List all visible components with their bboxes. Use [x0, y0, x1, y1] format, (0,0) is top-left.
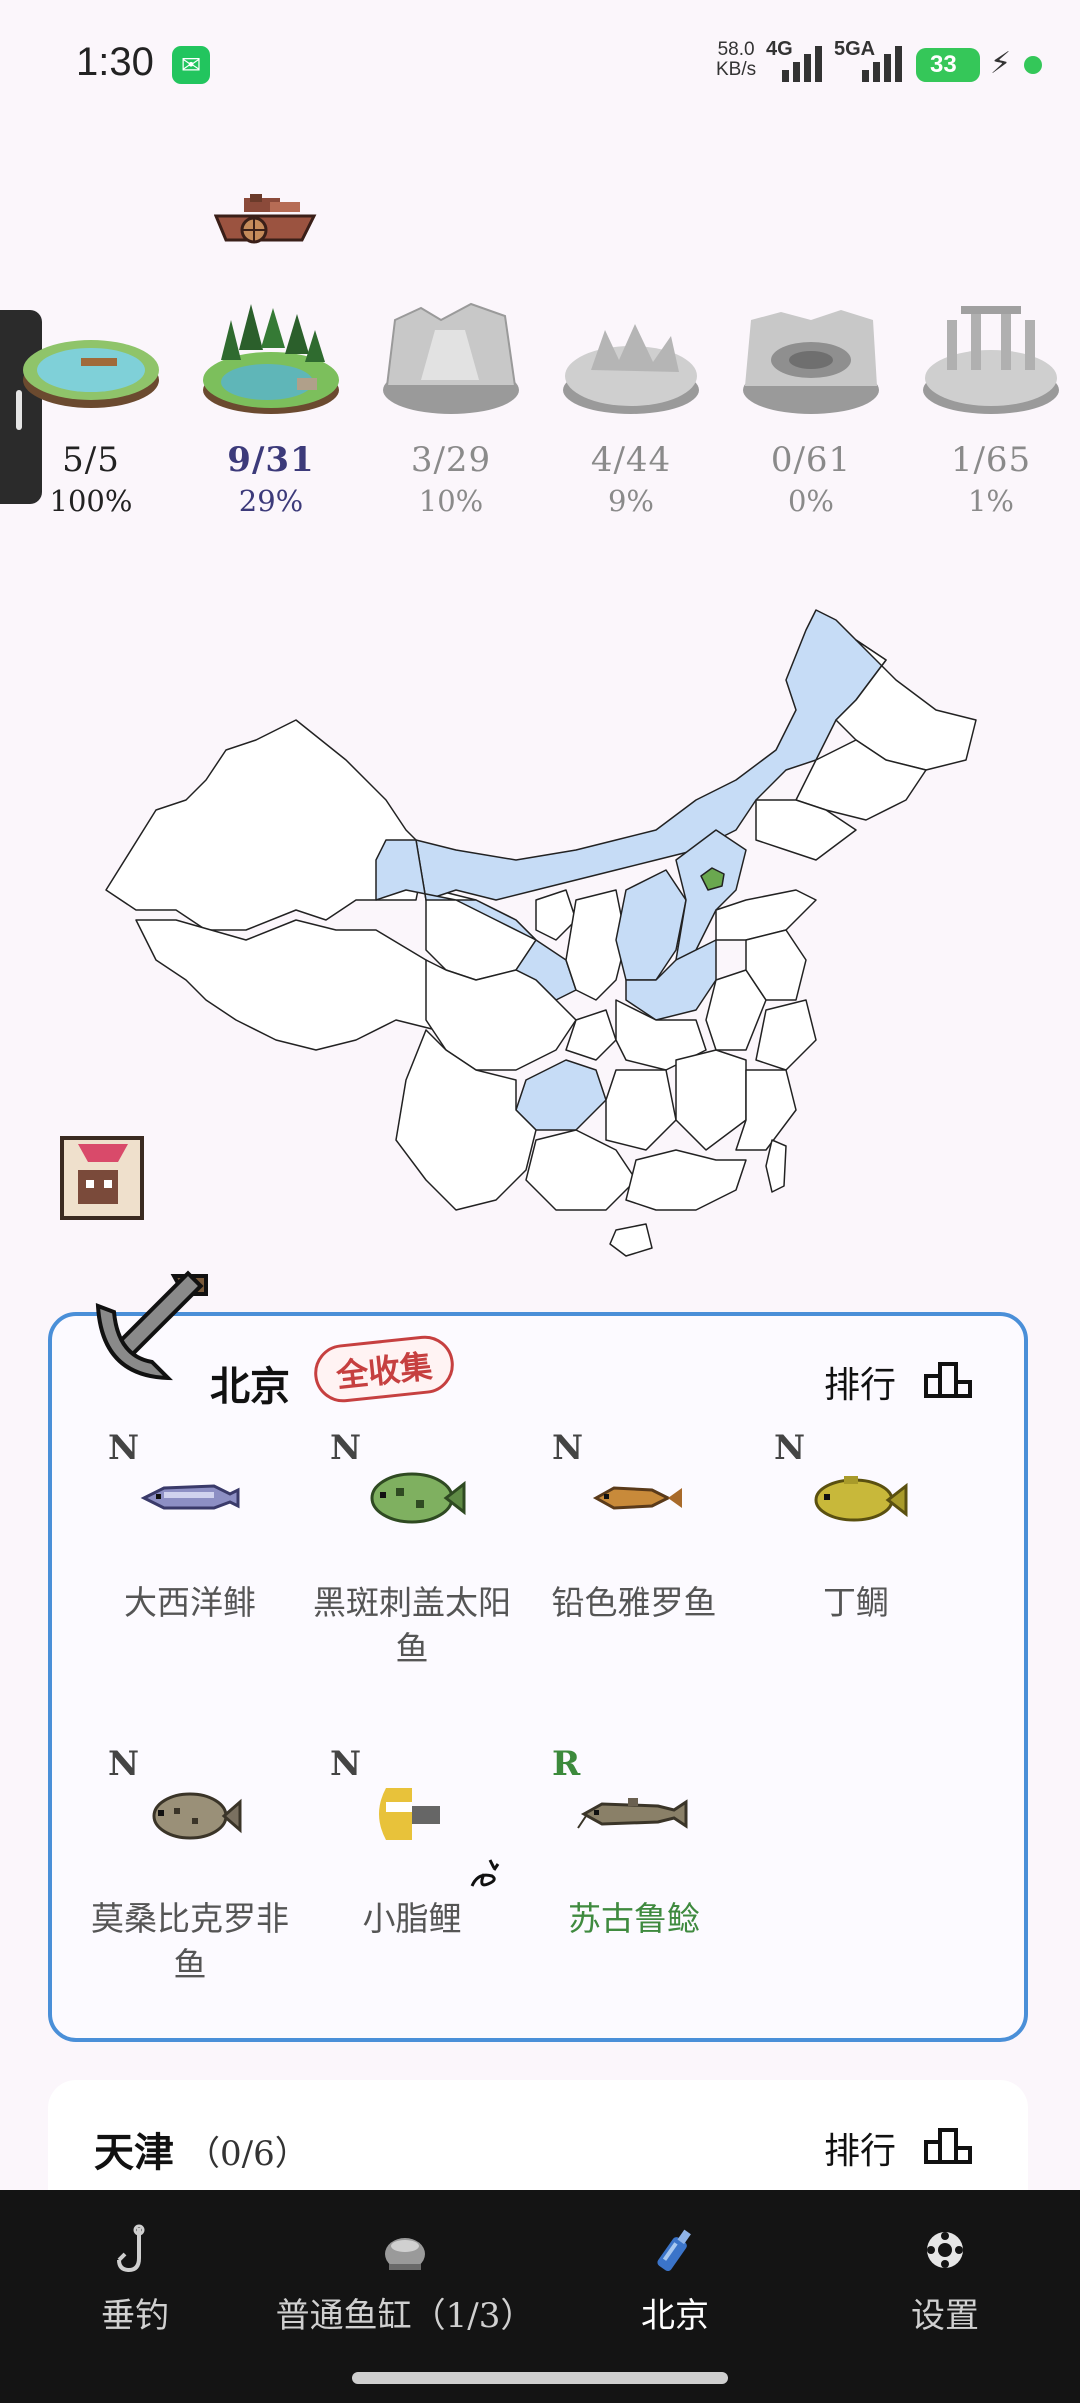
region-forest-lake[interactable]: 9/31 29%	[196, 290, 346, 518]
catfish-icon	[577, 1798, 688, 1829]
fish-card[interactable]: R 苏古鲁鲶	[534, 1744, 734, 2024]
canyon-locked-icon	[383, 302, 519, 414]
province-zhejiang[interactable]	[755, 999, 817, 1071]
forest-lake-icon	[203, 304, 339, 414]
region-percent: 29%	[238, 484, 304, 518]
tab-label: 普通鱼缸（1/3）	[275, 2296, 535, 2336]
sunfish-icon	[370, 1472, 466, 1524]
province-title: 天津	[94, 2129, 174, 2176]
anchor-icon	[95, 1270, 208, 1381]
tab-beijing[interactable]: 北京	[580, 2190, 770, 2350]
ranking-link[interactable]: 排行	[824, 2122, 896, 2174]
tab-label: 垂钓	[101, 2296, 169, 2336]
fish-card[interactable]: N 大西洋鲱	[90, 1428, 290, 1708]
region-pond[interactable]: 5/5 100%	[16, 290, 166, 518]
status-dot	[1024, 56, 1042, 74]
tilapia-icon	[152, 1792, 242, 1840]
fish-card[interactable]: N 铅色雅罗鱼	[534, 1428, 734, 1708]
fish-name: 丁鲷	[823, 1583, 889, 1622]
tab-label: 北京	[641, 2296, 709, 2336]
net-speed-value: 58.0	[717, 39, 755, 60]
atlantic-herring-icon	[140, 1484, 240, 1510]
net-speed-unit: KB/s	[716, 59, 757, 80]
battery-icon: 33	[916, 48, 980, 82]
ruins-locked-icon	[563, 324, 699, 414]
settings-icon	[927, 2232, 963, 2268]
bottle-icon	[657, 2229, 691, 2272]
wechat-icon: ✉	[172, 46, 210, 84]
province-shandong[interactable]	[715, 889, 817, 941]
region-percent: 1%	[967, 484, 1014, 518]
province-count: （0/6）	[186, 2134, 309, 2174]
province-jiangxi[interactable]	[675, 1049, 747, 1151]
fish-card[interactable]: N 丁鲷	[756, 1428, 956, 1708]
pond-island-icon	[23, 340, 159, 408]
region-count: 0/61	[770, 440, 852, 480]
tab-fishing[interactable]: 垂钓	[40, 2190, 230, 2350]
fish-name: 莫桑比克罗非鱼	[91, 1899, 289, 1984]
boat-icon	[214, 194, 317, 244]
ranking-link[interactable]: 排行	[824, 1356, 896, 1408]
province-hunan[interactable]	[605, 1069, 677, 1151]
sparkle-icon	[470, 1859, 500, 1887]
status-bar: 1:30 ✉ 58.0 KB/s 4G 5GA 33 ⚡	[0, 0, 1080, 130]
temple-locked-icon	[923, 306, 1059, 414]
province-taiwan[interactable]	[765, 1139, 787, 1193]
podium-icon[interactable]	[924, 2126, 972, 2164]
region-crater[interactable]: 0/61 0%	[736, 290, 886, 518]
region-percent: 0%	[787, 484, 834, 518]
tench-icon	[814, 1476, 908, 1522]
china-map[interactable]	[96, 600, 986, 1260]
region-count: 9/31	[227, 440, 315, 480]
tab-label: 设置	[911, 2296, 979, 2336]
province-guizhou[interactable]	[515, 1059, 607, 1131]
region-count: 1/65	[950, 440, 1032, 480]
signal-icon-2	[862, 44, 910, 82]
region-ruins[interactable]: 4/44 9%	[556, 290, 706, 518]
charging-icon: ⚡	[990, 46, 1012, 81]
region-canyon[interactable]: 3/29 10%	[376, 290, 526, 518]
home-indicator[interactable]	[352, 2372, 728, 2384]
fish-name: 大西洋鲱	[124, 1583, 256, 1622]
province-hainan[interactable]	[609, 1223, 653, 1257]
fish-name: 小脂鲤	[362, 1899, 462, 1938]
crater-locked-icon	[743, 310, 879, 414]
character-avatar-icon[interactable]	[58, 1134, 146, 1222]
battery-level: 33	[930, 51, 957, 78]
fish-card[interactable]: N 小脂鲤	[312, 1744, 512, 2024]
fish-name: 黑斑刺盖太阳鱼	[313, 1583, 511, 1668]
fishhook-icon	[117, 2224, 145, 2273]
tetra-icon	[379, 1788, 440, 1840]
tab-settings[interactable]: 设置	[850, 2190, 1040, 2350]
region-percent: 100%	[49, 484, 133, 518]
fish-card[interactable]: N 莫桑比克罗非鱼	[90, 1744, 290, 2024]
region-count: 5/5	[62, 440, 120, 480]
region-count: 4/44	[590, 440, 672, 480]
net-speed: 58.0 KB/s	[716, 40, 756, 80]
status-time: 1:30	[76, 40, 154, 84]
podium-icon[interactable]	[924, 1360, 972, 1398]
fish-tank-icon	[385, 2238, 425, 2270]
fish-card[interactable]: N 黑斑刺盖太阳鱼	[312, 1428, 512, 1708]
region-count: 3/29	[410, 440, 492, 480]
fish-name: 铅色雅罗鱼	[551, 1583, 717, 1622]
chub-icon	[592, 1486, 682, 1510]
fish-name: 苏古鲁鲶	[568, 1899, 700, 1938]
province-guangdong[interactable]	[625, 1149, 747, 1211]
signal-icon	[782, 44, 830, 82]
tab-fish-tank[interactable]: 普通鱼缸（1/3）	[260, 2190, 550, 2350]
region-temple[interactable]: 1/65 1%	[916, 290, 1066, 518]
province-title: 北京	[210, 1363, 290, 1410]
region-percent: 10%	[418, 484, 484, 518]
region-percent: 9%	[607, 484, 654, 518]
